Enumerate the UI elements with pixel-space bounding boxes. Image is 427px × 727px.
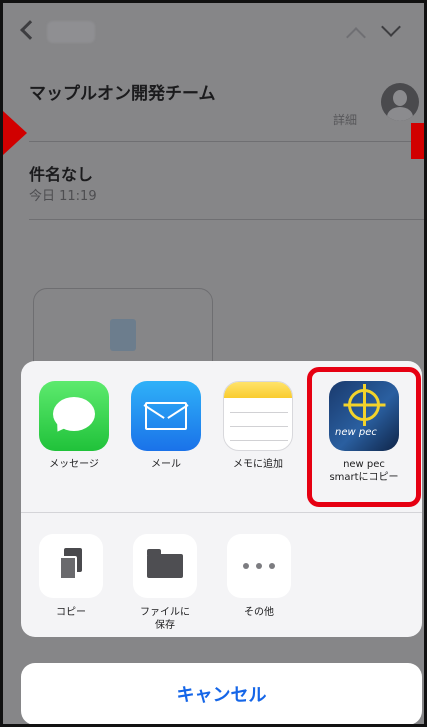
- action-label: ファイルに 保存: [125, 606, 205, 632]
- action-label: コピー: [56, 607, 86, 618]
- mail-subject: 件名なし: [29, 165, 94, 184]
- copy-icon[interactable]: [39, 534, 103, 598]
- mail-date: 今日 11:19: [29, 189, 97, 204]
- divider: [29, 141, 424, 142]
- chevron-up-icon[interactable]: [346, 27, 366, 47]
- action-copy[interactable]: コピー: [31, 534, 111, 619]
- share-app-label: メール: [151, 459, 181, 470]
- attachment-file-icon: [110, 319, 136, 351]
- blurred-back-label: [47, 21, 95, 43]
- red-highlight-box: [307, 367, 421, 507]
- phone-screen: マップルオン開発チーム 詳細 件名なし 今日 11:19 メッセージ メール メ…: [0, 0, 427, 727]
- cancel-button[interactable]: キャンセル: [21, 663, 422, 724]
- red-pointer-marker: [411, 123, 424, 159]
- mail-icon[interactable]: [131, 381, 201, 451]
- more-icon[interactable]: [227, 534, 291, 598]
- red-pointer-marker: [3, 111, 27, 155]
- messages-icon[interactable]: [39, 381, 109, 451]
- divider: [29, 219, 424, 220]
- share-apps-row: メッセージ メール メモに追加 new pec new pec smartにコピ…: [21, 361, 422, 513]
- avatar: [381, 83, 419, 121]
- action-label-line: 保存: [155, 620, 175, 631]
- detail-link[interactable]: 詳細: [333, 111, 357, 128]
- folder-icon[interactable]: [133, 534, 197, 598]
- share-app-mail[interactable]: メール: [121, 381, 211, 472]
- sender-name: マップルオン開発チーム: [29, 84, 216, 104]
- action-more[interactable]: その他: [219, 534, 299, 619]
- share-app-notes[interactable]: メモに追加: [213, 381, 303, 472]
- avatar-body-icon: [387, 107, 413, 121]
- avatar-head-icon: [393, 90, 407, 106]
- share-sheet: メッセージ メール メモに追加 new pec new pec smartにコピ…: [21, 361, 422, 637]
- share-actions-row: コピー ファイルに 保存 その他: [21, 514, 422, 637]
- share-app-label: メッセージ: [49, 459, 99, 470]
- chevron-down-icon[interactable]: [381, 17, 401, 37]
- action-label: その他: [244, 607, 274, 618]
- back-chevron-icon[interactable]: [20, 20, 40, 40]
- share-app-messages[interactable]: メッセージ: [29, 381, 119, 472]
- action-save-to-files[interactable]: ファイルに 保存: [125, 534, 205, 632]
- notes-icon[interactable]: [223, 381, 293, 451]
- share-app-label: メモに追加: [233, 459, 283, 470]
- action-label-line: ファイルに: [140, 607, 190, 618]
